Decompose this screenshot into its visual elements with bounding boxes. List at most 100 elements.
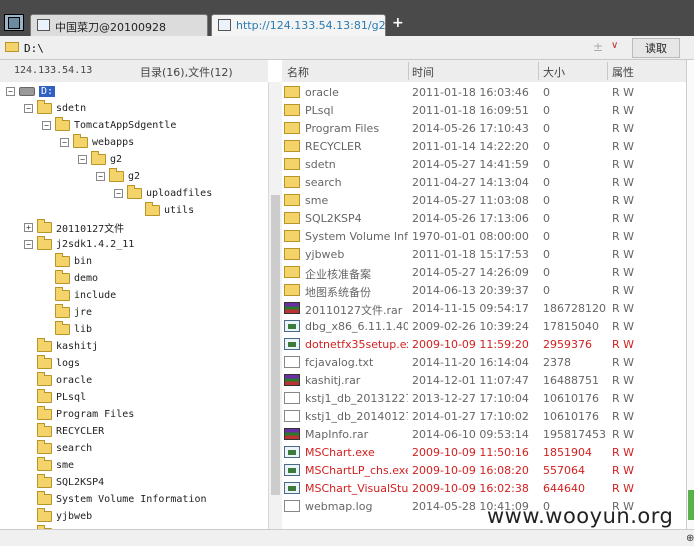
- chevron-down-icon[interactable]: ∨: [611, 40, 618, 51]
- tree-node[interactable]: − j2sdk1.4.2_11: [24, 235, 134, 252]
- file-row[interactable]: 20110127文件.rar 2014-11-15 09:54:17 1867281…: [282, 300, 686, 318]
- tree-node[interactable]: bin: [42, 252, 92, 269]
- tree-node[interactable]: lib: [42, 320, 92, 337]
- file-row[interactable]: Program Files 2014-05-26 17:10:43 0 R W: [282, 120, 686, 138]
- corner-icon: ⊕: [686, 533, 694, 544]
- tab-remote-url[interactable]: http://124.133.54.13:81/g2/...: [211, 14, 386, 36]
- tree-node[interactable]: − g2: [78, 150, 122, 167]
- tree-node[interactable]: RECYCLER: [24, 422, 104, 439]
- file-row[interactable]: search 2011-04-27 14:13:04 0 R W: [282, 174, 686, 192]
- column-header-time[interactable]: 时间: [412, 64, 434, 80]
- tree-node-label: 20110127文件: [56, 223, 125, 235]
- tree-node-label: SQL2KSP4: [56, 476, 105, 488]
- tree-node[interactable]: − D:: [6, 83, 56, 99]
- tree-node[interactable]: jre: [42, 303, 92, 320]
- file-size: 0: [543, 140, 550, 153]
- file-attributes: R W: [612, 230, 635, 243]
- tree-scrollbar-thumb[interactable]: [271, 195, 280, 495]
- collapse-icon[interactable]: −: [114, 188, 123, 198]
- text-file-icon: [284, 356, 300, 368]
- read-button[interactable]: 读取: [632, 38, 680, 58]
- tree-node[interactable]: utils: [132, 201, 194, 218]
- file-size: 557064: [543, 464, 585, 477]
- column-divider[interactable]: [408, 62, 409, 80]
- file-name: MSChart_VisualStu...: [305, 482, 408, 495]
- file-row[interactable]: 企业核准备案 2014-05-27 14:26:09 0 R W: [282, 264, 686, 282]
- tree-node[interactable]: PLsql: [24, 388, 86, 405]
- file-row[interactable]: kashitj.rar 2014-12-01 11:07:47 16488751 R …: [282, 372, 686, 390]
- tree-node[interactable]: demo: [42, 269, 98, 286]
- tree-node[interactable]: sme: [24, 456, 74, 473]
- expand-icon[interactable]: +: [24, 222, 33, 232]
- file-attributes: R W: [612, 464, 635, 477]
- collapse-icon[interactable]: −: [60, 137, 69, 147]
- column-divider[interactable]: [607, 62, 608, 80]
- file-row[interactable]: kstj1_db_20140127... 2014-01-27 17:10:02 1…: [282, 408, 686, 426]
- collapse-icon[interactable]: −: [78, 154, 87, 164]
- file-size: 195817453: [543, 428, 606, 441]
- tree-node[interactable]: +20110127文件: [24, 218, 125, 235]
- file-row[interactable]: RECYCLER 2011-01-14 14:22:20 0 R W: [282, 138, 686, 156]
- tree-node[interactable]: oracle: [24, 371, 92, 388]
- folder-icon: [55, 303, 70, 318]
- tree-node[interactable]: − sdetn: [24, 99, 86, 116]
- file-name: MSChart.exe: [305, 446, 375, 459]
- tree-node[interactable]: search: [24, 439, 92, 456]
- file-row[interactable]: sdetn 2014-05-27 14:41:59 0 R W: [282, 156, 686, 174]
- collapse-icon[interactable]: −: [24, 239, 33, 249]
- tree-node[interactable]: System Volume Information: [24, 490, 207, 507]
- tree-node[interactable]: − TomcatAppSdgentle: [42, 116, 176, 133]
- file-time: 2014-05-27 14:41:59: [412, 158, 529, 171]
- tree-node[interactable]: yjbweb: [24, 507, 92, 524]
- file-row[interactable]: sme 2014-05-27 11:03:08 0 R W: [282, 192, 686, 210]
- tree-node[interactable]: logs: [24, 354, 80, 371]
- file-row[interactable]: PLsql 2011-01-18 16:09:51 0 R W: [282, 102, 686, 120]
- file-row[interactable]: dotnetfx35setup.exe 2009-10-09 11:59:20 29…: [282, 336, 686, 354]
- tree-node[interactable]: − webapps: [60, 133, 134, 150]
- new-tab-button[interactable]: +: [392, 15, 404, 31]
- file-row[interactable]: MapInfo.rar 2014-06-10 09:53:14 195817453 R…: [282, 426, 686, 444]
- collapse-icon[interactable]: −: [6, 86, 15, 96]
- file-row[interactable]: dbg_x86_6.11.1.40... 2009-02-26 10:39:24 1…: [282, 318, 686, 336]
- tree-node[interactable]: − uploadfiles: [114, 184, 213, 201]
- page-icon: [218, 19, 231, 31]
- toggle-icon[interactable]: ±: [593, 40, 603, 54]
- file-time: 2009-10-09 11:59:20: [412, 338, 529, 351]
- column-header-name[interactable]: 名称: [287, 64, 309, 80]
- window-menu-button[interactable]: [4, 14, 24, 31]
- column-header-attributes[interactable]: 属性: [612, 64, 634, 80]
- tab-label: 中国菜刀@20100928: [55, 21, 166, 34]
- text-file-icon: [284, 500, 300, 512]
- file-row[interactable]: MSChart_VisualStu... 2009-10-09 16:02:38 6…: [282, 480, 686, 498]
- executable-icon: [284, 446, 300, 458]
- folder-icon: [284, 104, 300, 116]
- file-row[interactable]: 地图系统备份 2014-06-13 20:39:37 0 R W: [282, 282, 686, 300]
- tree-node[interactable]: − g2: [96, 167, 140, 184]
- file-row[interactable]: System Volume Info... 1970-01-01 08:00:00…: [282, 228, 686, 246]
- path-input[interactable]: [24, 39, 626, 57]
- tree-node[interactable]: kashitj: [24, 337, 98, 354]
- column-divider[interactable]: [538, 62, 539, 80]
- file-row[interactable]: yjbweb 2011-01-18 15:17:53 0 R W: [282, 246, 686, 264]
- file-time: 2014-06-13 20:39:37: [412, 284, 529, 297]
- collapse-icon[interactable]: −: [24, 103, 33, 113]
- file-row[interactable]: kstj1_db_20131227... 2013-12-27 17:10:04 1…: [282, 390, 686, 408]
- file-row[interactable]: SQL2KSP4 2014-05-26 17:13:06 0 R W: [282, 210, 686, 228]
- collapse-icon[interactable]: −: [96, 171, 105, 181]
- column-header-size[interactable]: 大小: [543, 64, 565, 80]
- tree-node[interactable]: Program Files: [24, 405, 134, 422]
- collapse-icon[interactable]: −: [42, 120, 51, 130]
- tree-node[interactable]: SQL2KSP4: [24, 473, 105, 490]
- file-row[interactable]: MSChart.exe 2009-10-09 11:50:16 1851904 R W: [282, 444, 686, 462]
- folder-icon: [127, 184, 142, 199]
- file-row[interactable]: oracle 2011-01-18 16:03:46 0 R W: [282, 84, 686, 102]
- executable-icon: [284, 482, 300, 494]
- folder-icon: [37, 439, 52, 454]
- file-time: 2009-10-09 16:02:38: [412, 482, 529, 495]
- file-row[interactable]: fcjavalog.txt 2014-11-20 16:14:04 2378 R W: [282, 354, 686, 372]
- folder-icon: [37, 473, 52, 488]
- tree-node[interactable]: include: [42, 286, 116, 303]
- file-row[interactable]: MSChartLP_chs.exe 2009-10-09 16:08:20 5570…: [282, 462, 686, 480]
- tab-chinachopper[interactable]: 中国菜刀@20100928: [30, 14, 208, 36]
- tree-node-label: uploadfiles: [146, 187, 213, 199]
